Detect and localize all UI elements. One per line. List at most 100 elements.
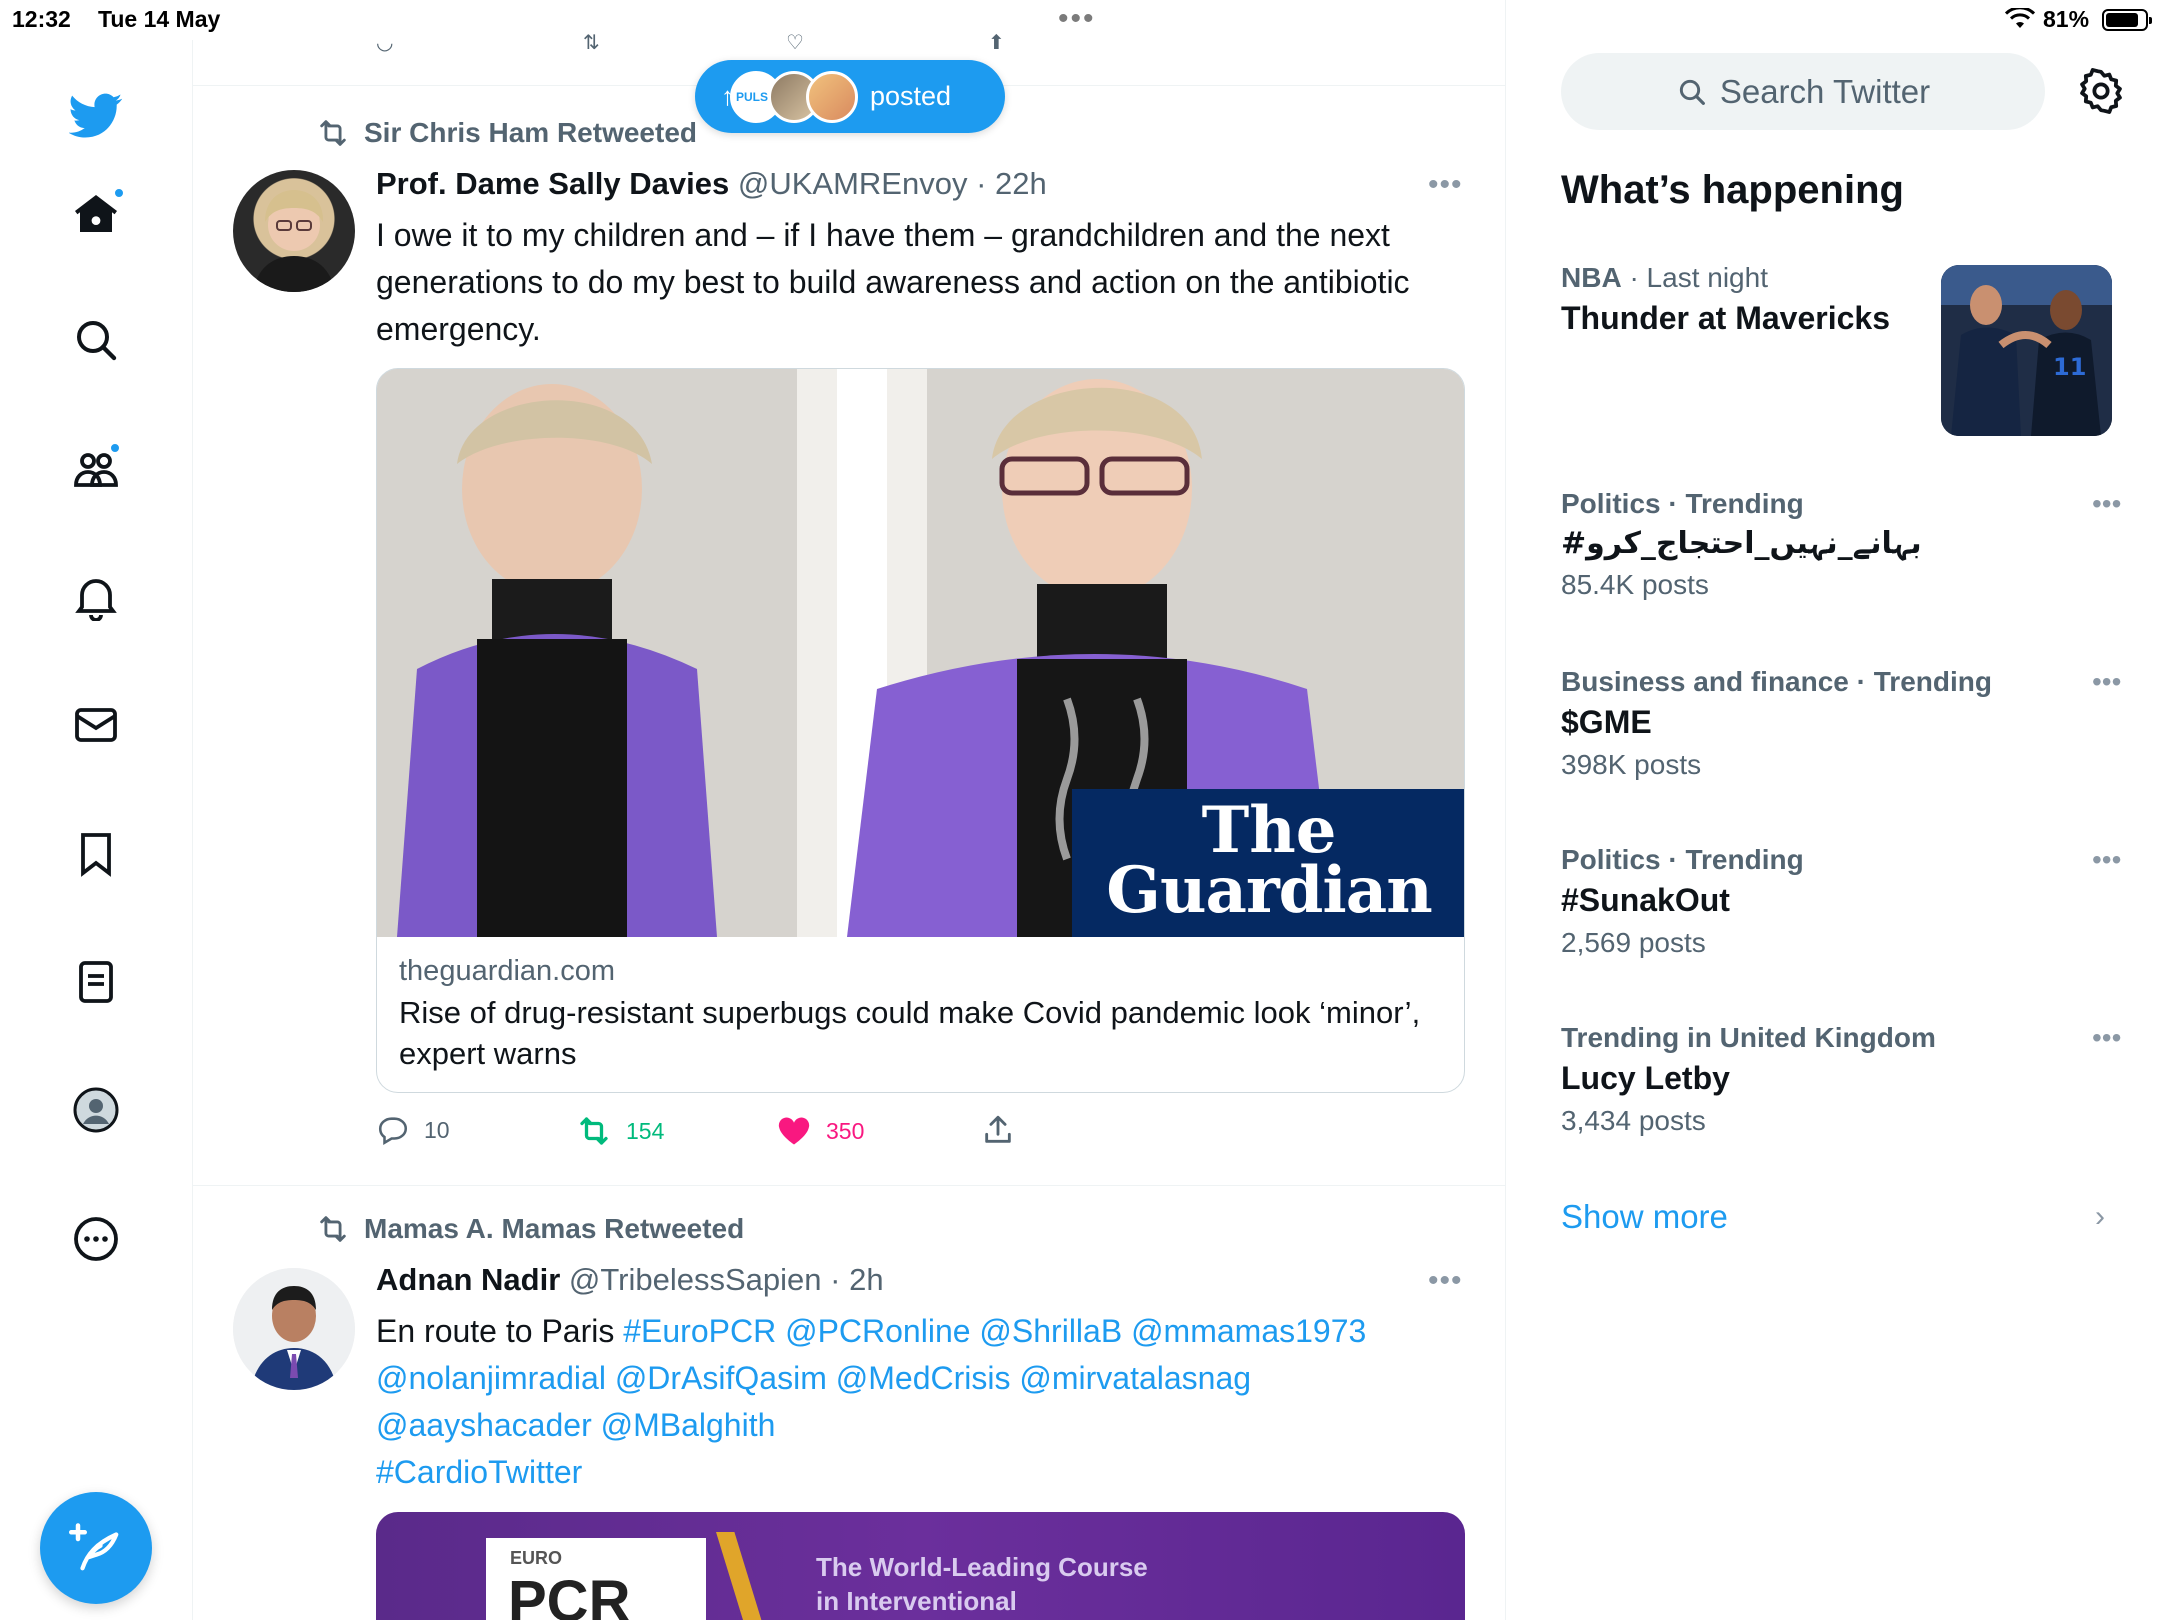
- trend-item[interactable]: Politics · Trending #SunakOut 2,569 post…: [1561, 844, 2121, 959]
- link-card-domain: theguardian.com: [399, 955, 616, 987]
- bookmark-icon[interactable]: [69, 827, 123, 881]
- gear-icon[interactable]: [2076, 66, 2126, 116]
- trend-more-icon[interactable]: •••: [2092, 844, 2121, 876]
- search-placeholder: Search Twitter: [1719, 72, 1931, 110]
- home-notification-dot: [113, 187, 125, 199]
- trend-item[interactable]: Business and finance · Trending $GME 398…: [1561, 666, 2121, 781]
- tweet[interactable]: Mamas A. Mamas Retweeted Adnan Nadir @Tr…: [193, 1186, 1505, 1620]
- search-icon[interactable]: [69, 313, 123, 367]
- poster-avatar: [806, 70, 858, 123]
- reply-count: 10: [424, 1116, 450, 1143]
- communities-icon[interactable]: [69, 442, 123, 496]
- new-posts-pill[interactable]: ↑ PULSE posted: [695, 60, 1005, 133]
- tweet-more-icon[interactable]: •••: [1428, 168, 1463, 202]
- tweet-hashtag[interactable]: #CardioTwitter: [376, 1449, 1456, 1496]
- profile-icon[interactable]: [69, 1083, 123, 1137]
- retweet-icon: [580, 1117, 608, 1145]
- retweet-button[interactable]: 154: [576, 1113, 664, 1149]
- trend-category: Trending in United Kingdom: [1561, 1022, 1936, 1053]
- timeline-feed[interactable]: ◡ ⇅ ♡ ⬆ ↑ PULSE posted Sir Chris Ham Ret…: [193, 0, 1506, 1620]
- trend-count: 398K posts: [1561, 749, 1702, 780]
- battery-percent: 81%: [2043, 6, 2090, 32]
- search-icon: [1679, 79, 1705, 105]
- trend-count: 85.4K posts: [1561, 569, 1709, 600]
- mail-icon[interactable]: [69, 698, 123, 752]
- tweet-media[interactable]: EURO PCR The World-Leading Course in Int…: [376, 1512, 1465, 1620]
- media-accent: [716, 1532, 762, 1620]
- retweeted-by-label[interactable]: Sir Chris Ham Retweeted: [364, 117, 697, 149]
- media-text: The World-Leading Course: [816, 1552, 1148, 1582]
- retweet-count: 154: [626, 1117, 665, 1144]
- trend-count: 3,434 posts: [1561, 1105, 1706, 1136]
- share-button[interactable]: [981, 1113, 1015, 1147]
- reply-icon: [378, 1117, 407, 1146]
- trend-more-icon[interactable]: •••: [2092, 666, 2121, 698]
- tweet-links[interactable]: @nolanjimradial @DrAsifQasim @MedCrisis …: [376, 1355, 1456, 1402]
- author-handle[interactable]: @UKAMREnvoy: [738, 166, 968, 201]
- search-input[interactable]: Search Twitter: [1561, 53, 2045, 130]
- trend-item[interactable]: Politics · Trending #بہانے_نہیں_احتجاج_ک…: [1561, 488, 2121, 601]
- compose-tweet-button[interactable]: [40, 1492, 152, 1604]
- like-button[interactable]: 350: [776, 1113, 864, 1149]
- trend-category: NBA: [1561, 262, 1622, 293]
- like-icon[interactable]: ♡: [786, 30, 816, 54]
- left-nav: [0, 40, 193, 1620]
- retweeted-by-label[interactable]: Mamas A. Mamas Retweeted: [364, 1213, 744, 1245]
- trend-category: Business and finance · Trending: [1561, 666, 1992, 697]
- avatar[interactable]: [233, 1268, 355, 1390]
- show-more-link[interactable]: Show more: [1561, 1198, 1728, 1236]
- reply-button[interactable]: 10: [376, 1113, 450, 1147]
- avatar[interactable]: [233, 170, 355, 292]
- tweet-header: Prof. Dame Sally Davies @UKAMREnvoy · 22…: [376, 166, 1047, 202]
- retweeted-by: Mamas A. Mamas Retweeted: [316, 1212, 744, 1246]
- chevron-right-icon[interactable]: ›: [2095, 1200, 2105, 1234]
- retweeted-by: Sir Chris Ham Retweeted: [316, 116, 697, 150]
- trend-category: Politics · Trending: [1561, 488, 1804, 519]
- tweet-text: En route to Paris #EuroPCR @PCRonline @S…: [376, 1308, 1456, 1496]
- like-count: 350: [826, 1117, 865, 1144]
- media-logo-box: EURO PCR: [486, 1538, 706, 1620]
- share-icon: [985, 1115, 1011, 1143]
- pill-label: posted: [870, 81, 952, 111]
- more-icon[interactable]: [69, 1212, 123, 1266]
- tweet-links[interactable]: @aayshacader @MBalghith: [376, 1402, 1456, 1449]
- trend-category: Politics · Trending: [1561, 844, 1804, 875]
- trend-more-icon[interactable]: •••: [2092, 488, 2121, 520]
- trend-name: $GME: [1561, 704, 1652, 740]
- whats-happening-title: What’s happening: [1561, 168, 1904, 212]
- guardian-logo-line1: The: [1201, 793, 1337, 868]
- bell-icon[interactable]: [69, 570, 123, 624]
- trend-name: #بہانے_نہیں_احتجاج_کرو: [1561, 526, 1922, 561]
- trend-item[interactable]: Trending in United Kingdom Lucy Letby 3,…: [1561, 1022, 2121, 1137]
- retweet-icon: [320, 1216, 346, 1242]
- trend-thumbnail[interactable]: 11: [1941, 265, 2112, 436]
- tweet-links[interactable]: #EuroPCR @PCRonline @ShrillaB @mmamas197…: [623, 1313, 1366, 1349]
- trend-name: Lucy Letby: [1561, 1060, 1730, 1096]
- share-icon[interactable]: ⬆: [988, 30, 1018, 54]
- author-name[interactable]: Prof. Dame Sally Davies: [376, 166, 729, 201]
- trend-name: #SunakOut: [1561, 882, 1730, 918]
- author-name[interactable]: Adnan Nadir: [376, 1262, 560, 1297]
- home-icon[interactable]: [69, 187, 125, 241]
- guardian-logo-line2: Guardian: [1106, 853, 1432, 928]
- tweet[interactable]: Sir Chris Ham Retweeted Prof. Dame Sally…: [193, 86, 1505, 1186]
- reply-icon[interactable]: ◡: [376, 30, 406, 54]
- link-card[interactable]: The Guardian theguardian.com Rise of dru…: [376, 368, 1465, 1093]
- tweet-time[interactable]: · 22h: [976, 166, 1047, 201]
- tweet-plain-text: En route to Paris: [376, 1313, 615, 1349]
- trend-more-icon[interactable]: •••: [2092, 1022, 2121, 1054]
- lists-icon[interactable]: [69, 955, 123, 1009]
- trend-meta: · Last night: [1621, 262, 1768, 293]
- link-card-image: The Guardian: [377, 369, 1464, 937]
- tweet-time[interactable]: · 2h: [830, 1262, 883, 1297]
- trend-count: 2,569 posts: [1561, 927, 1706, 958]
- svg-text:11: 11: [2053, 353, 2086, 381]
- media-text: PCR: [508, 1569, 631, 1620]
- retweet-icon[interactable]: ⇅: [583, 30, 613, 54]
- twitter-logo-icon[interactable]: [69, 88, 123, 142]
- author-handle[interactable]: @TribelessSapien: [569, 1262, 822, 1297]
- tweet-more-icon[interactable]: •••: [1428, 1264, 1463, 1298]
- status-time: 12:32: [12, 6, 71, 32]
- feather-plus-icon: [69, 1523, 119, 1571]
- guardian-logo: The Guardian: [1072, 789, 1464, 937]
